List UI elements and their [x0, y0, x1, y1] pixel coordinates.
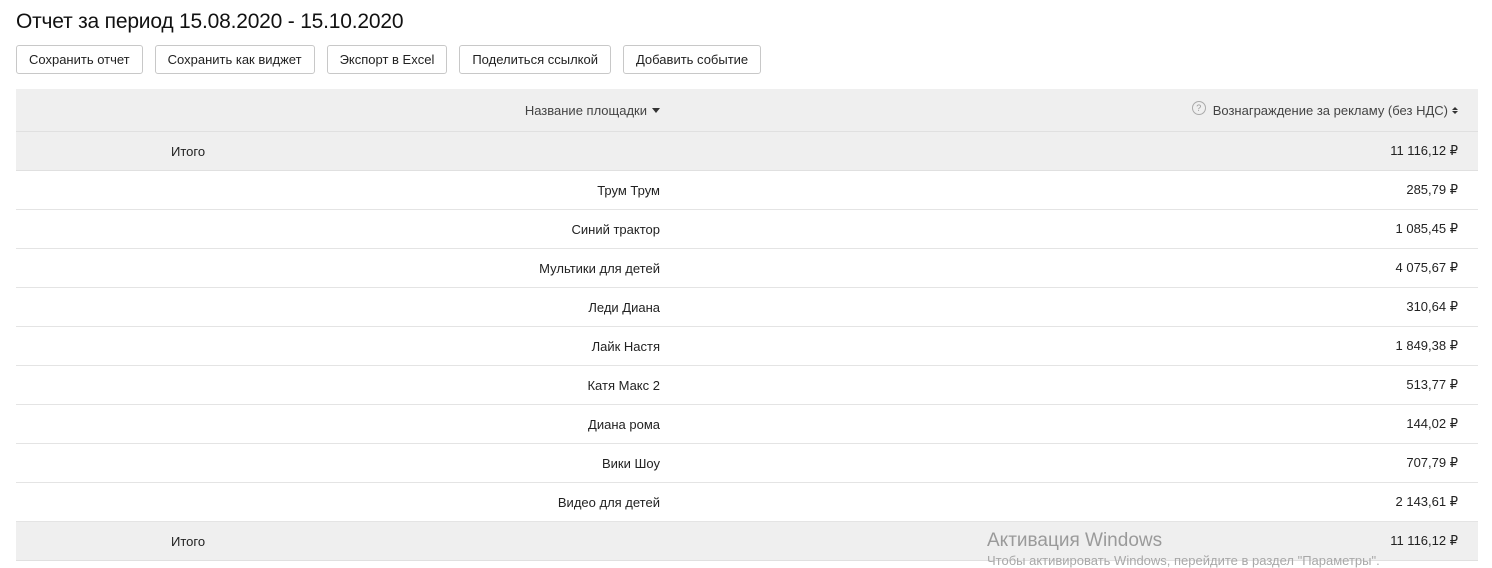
table-row: Катя Макс 2 513,77 ₽: [16, 366, 1478, 405]
site-reward: 4 075,67 ₽: [1395, 260, 1459, 275]
site-name: Мультики для детей: [539, 260, 660, 276]
site-reward: 1 085,45 ₽: [1395, 221, 1459, 236]
site-reward: 513,77 ₽: [1406, 377, 1458, 392]
save-as-widget-button[interactable]: Сохранить как виджет: [154, 45, 315, 74]
table-row: Синий трактор 1 085,45 ₽: [16, 210, 1478, 249]
report-table: Название площадки ? Вознаграждение за ре…: [16, 89, 1478, 561]
site-name: Леди Диана: [588, 299, 660, 315]
site-name: Трум Трум: [597, 182, 660, 198]
total-value: 11 116,12 ₽: [1390, 143, 1458, 158]
table-row: Видео для детей 2 143,61 ₽: [16, 483, 1478, 522]
save-report-button[interactable]: Сохранить отчет: [16, 45, 143, 74]
table-header: Название площадки ? Вознаграждение за ре…: [16, 89, 1478, 132]
site-name: Синий трактор: [571, 221, 660, 237]
sort-desc-icon: [652, 107, 660, 113]
export-excel-button[interactable]: Экспорт в Excel: [326, 45, 448, 74]
site-reward: 144,02 ₽: [1406, 416, 1458, 431]
table-row: Леди Диана 310,64 ₽: [16, 288, 1478, 327]
site-reward: 285,79 ₽: [1406, 182, 1458, 197]
total-row-bottom: Итого 11 116,12 ₽: [16, 522, 1478, 561]
table-row: Трум Трум 285,79 ₽: [16, 171, 1478, 210]
site-reward: 1 849,38 ₽: [1395, 338, 1459, 353]
site-name: Лайк Настя: [591, 338, 660, 354]
site-name: Диана рома: [588, 416, 660, 432]
total-label: Итого: [171, 533, 206, 549]
total-label: Итого: [171, 143, 206, 159]
site-name: Катя Макс 2: [587, 377, 660, 393]
table-row: Вики Шоу 707,79 ₽: [16, 444, 1478, 483]
total-row-top: Итого 11 116,12 ₽: [16, 132, 1478, 171]
page-title: Отчет за период 15.08.2020 - 15.10.2020: [16, 10, 404, 33]
site-reward: 2 143,61 ₽: [1395, 494, 1459, 509]
help-icon[interactable]: ?: [1191, 101, 1206, 115]
site-name: Видео для детей: [557, 494, 660, 510]
site-reward: 707,79 ₽: [1406, 455, 1458, 470]
sort-toggle-icon: [1452, 106, 1458, 114]
table-row: Лайк Настя 1 849,38 ₽: [16, 327, 1478, 366]
site-reward: 310,64 ₽: [1406, 299, 1458, 314]
column-header-name-label: Название площадки: [524, 102, 647, 118]
toolbar: Сохранить отчет Сохранить как виджет Экс…: [16, 45, 762, 74]
site-name: Вики Шоу: [602, 455, 660, 471]
column-header-reward[interactable]: ? Вознаграждение за рекламу (без НДС): [1191, 89, 1458, 131]
add-event-button[interactable]: Добавить событие: [622, 45, 762, 74]
column-header-reward-label: Вознаграждение за рекламу (без НДС): [1212, 102, 1448, 118]
total-value: 11 116,12 ₽: [1390, 533, 1458, 548]
table-row: Диана рома 144,02 ₽: [16, 405, 1478, 444]
column-header-name[interactable]: Название площадки: [525, 89, 660, 131]
share-link-button[interactable]: Поделиться ссылкой: [459, 45, 611, 74]
table-row: Мультики для детей 4 075,67 ₽: [16, 249, 1478, 288]
